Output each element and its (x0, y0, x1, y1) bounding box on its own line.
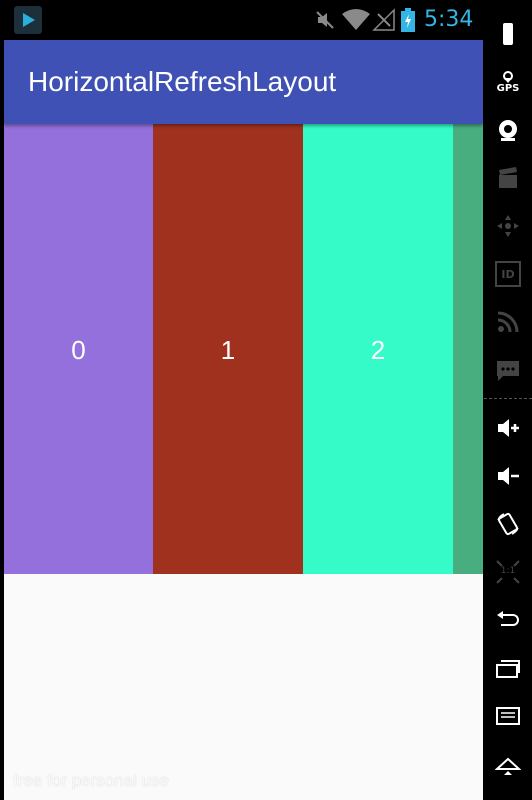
status-bar: 5:34 (0, 0, 484, 40)
gps-icon: GPS (496, 70, 520, 94)
app-window: HorizontalRefreshLayout 0 1 2 free for p… (4, 40, 483, 800)
volume-up-button[interactable] (484, 406, 532, 450)
page-item[interactable]: 2 (303, 124, 453, 574)
wifi-icon (342, 9, 370, 30)
volume-down-icon (498, 467, 519, 485)
menu-button[interactable] (484, 694, 532, 738)
power-icon (503, 23, 513, 45)
gps-button[interactable]: GPS (484, 60, 532, 104)
mute-icon (316, 11, 334, 29)
page-label: 0 (71, 335, 86, 365)
recent-apps-button[interactable] (484, 646, 532, 690)
device-screen: 5:34 HorizontalRefreshLayout 0 1 2 free … (0, 0, 484, 800)
menu-icon (496, 707, 520, 725)
scale-icon: 1:1 (495, 559, 521, 585)
back-icon (497, 611, 519, 626)
id-label: ID (501, 267, 515, 281)
signal-icon (372, 8, 395, 31)
volume-down-button[interactable] (484, 454, 532, 498)
recent-apps-icon (496, 660, 520, 678)
sms-button[interactable] (484, 348, 532, 392)
app-notification-icon (14, 6, 42, 34)
rss-icon (497, 311, 519, 333)
rotate-button[interactable] (484, 502, 532, 546)
page-item[interactable]: 0 (4, 124, 153, 574)
home-button[interactable] (484, 742, 532, 786)
battery-charging-icon (401, 8, 415, 32)
rotate-icon (497, 512, 519, 536)
page-item[interactable]: 1 (153, 124, 303, 574)
clapperboard-icon (499, 167, 517, 188)
power-button[interactable] (484, 12, 532, 56)
dpad-icon (497, 215, 519, 237)
volume-up-icon (498, 419, 519, 437)
emulator-side-panel: GPS ID 1:1 (484, 0, 532, 800)
watermark: free for personal use (13, 771, 169, 790)
page-label: 1 (220, 335, 236, 365)
dpad-button[interactable] (484, 204, 532, 248)
id-icon: ID (495, 261, 521, 287)
app-title: HorizontalRefreshLayout (28, 66, 337, 97)
back-button[interactable] (484, 598, 532, 642)
gps-label: GPS (496, 82, 520, 94)
video-button[interactable] (484, 156, 532, 200)
scale-button[interactable]: 1:1 (484, 550, 532, 594)
network-button[interactable] (484, 300, 532, 344)
page-item[interactable] (453, 124, 483, 574)
camera-icon (499, 120, 517, 141)
action-bar: HorizontalRefreshLayout (4, 40, 483, 124)
panel-divider (484, 398, 532, 399)
horizontal-refresh-layout[interactable]: 0 1 2 (4, 124, 483, 574)
page-label: 2 (370, 335, 386, 365)
camera-button[interactable] (484, 108, 532, 152)
status-time: 5:34 (424, 7, 474, 32)
home-icon (495, 757, 521, 775)
device-id-button[interactable]: ID (484, 252, 532, 296)
sms-icon (497, 361, 519, 381)
